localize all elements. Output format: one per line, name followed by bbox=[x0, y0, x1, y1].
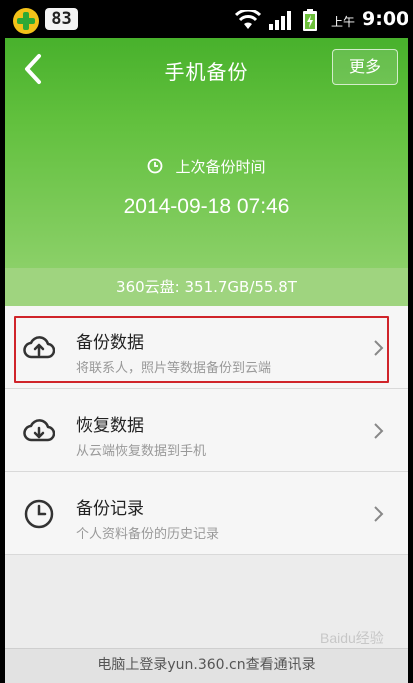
cloud-upload-icon bbox=[23, 336, 55, 359]
more-button[interactable]: 更多 bbox=[332, 49, 398, 85]
chevron-right-icon bbox=[374, 506, 384, 522]
list-item-backup-history[interactable]: 备份记录 个人资料备份的历史记录 bbox=[5, 472, 408, 555]
status-bar: 83 上午 9:00 bbox=[5, 0, 408, 38]
list-item-subtitle: 从云端恢复数据到手机 bbox=[76, 444, 207, 459]
app-frame: 83 上午 9:00 手机备份 更多 上次备份时间 2014-09-18 07:… bbox=[5, 0, 408, 683]
list-item-subtitle: 将联系人，照片等数据备份到云端 bbox=[76, 361, 272, 376]
app-logo-icon bbox=[13, 8, 39, 34]
status-ampm: 上午 bbox=[331, 15, 356, 29]
wifi-icon bbox=[235, 10, 261, 29]
header-panel: 手机备份 更多 上次备份时间 2014-09-18 07:46 bbox=[5, 38, 408, 268]
list-item-restore-data[interactable]: 恢复数据 从云端恢复数据到手机 bbox=[5, 389, 408, 472]
last-backup-row: 上次备份时间 bbox=[5, 156, 408, 177]
footer-link[interactable]: 电脑上登录yun.360.cn查看通讯录 bbox=[5, 648, 408, 683]
list-item-title: 备份数据 bbox=[76, 333, 144, 353]
list-item-subtitle: 个人资料备份的历史记录 bbox=[76, 527, 220, 542]
list-item-backup-data[interactable]: 备份数据 将联系人，照片等数据备份到云端 bbox=[5, 306, 408, 389]
status-time: 9:00 bbox=[362, 8, 408, 30]
watermark: Baidu经验 bbox=[320, 630, 384, 646]
chevron-right-icon bbox=[374, 423, 384, 439]
notification-badge: 83 bbox=[45, 8, 78, 30]
action-list: 备份数据 将联系人，照片等数据备份到云端 恢复数据 从云端恢复数据到手机 备份记… bbox=[5, 306, 408, 555]
list-item-title: 备份记录 bbox=[76, 499, 144, 519]
cloud-download-icon bbox=[23, 419, 55, 442]
clock-icon bbox=[24, 499, 54, 529]
chevron-right-icon bbox=[374, 340, 384, 356]
last-backup-time: 2014-09-18 07:46 bbox=[123, 195, 290, 218]
last-backup-label: 上次备份时间 bbox=[175, 158, 266, 176]
battery-charging-icon bbox=[303, 9, 317, 31]
list-item-title: 恢复数据 bbox=[76, 416, 144, 436]
clock-icon bbox=[148, 158, 163, 174]
cloud-storage-info: 360云盘: 351.7GB/55.8T bbox=[5, 268, 408, 306]
signal-icon bbox=[269, 11, 291, 30]
